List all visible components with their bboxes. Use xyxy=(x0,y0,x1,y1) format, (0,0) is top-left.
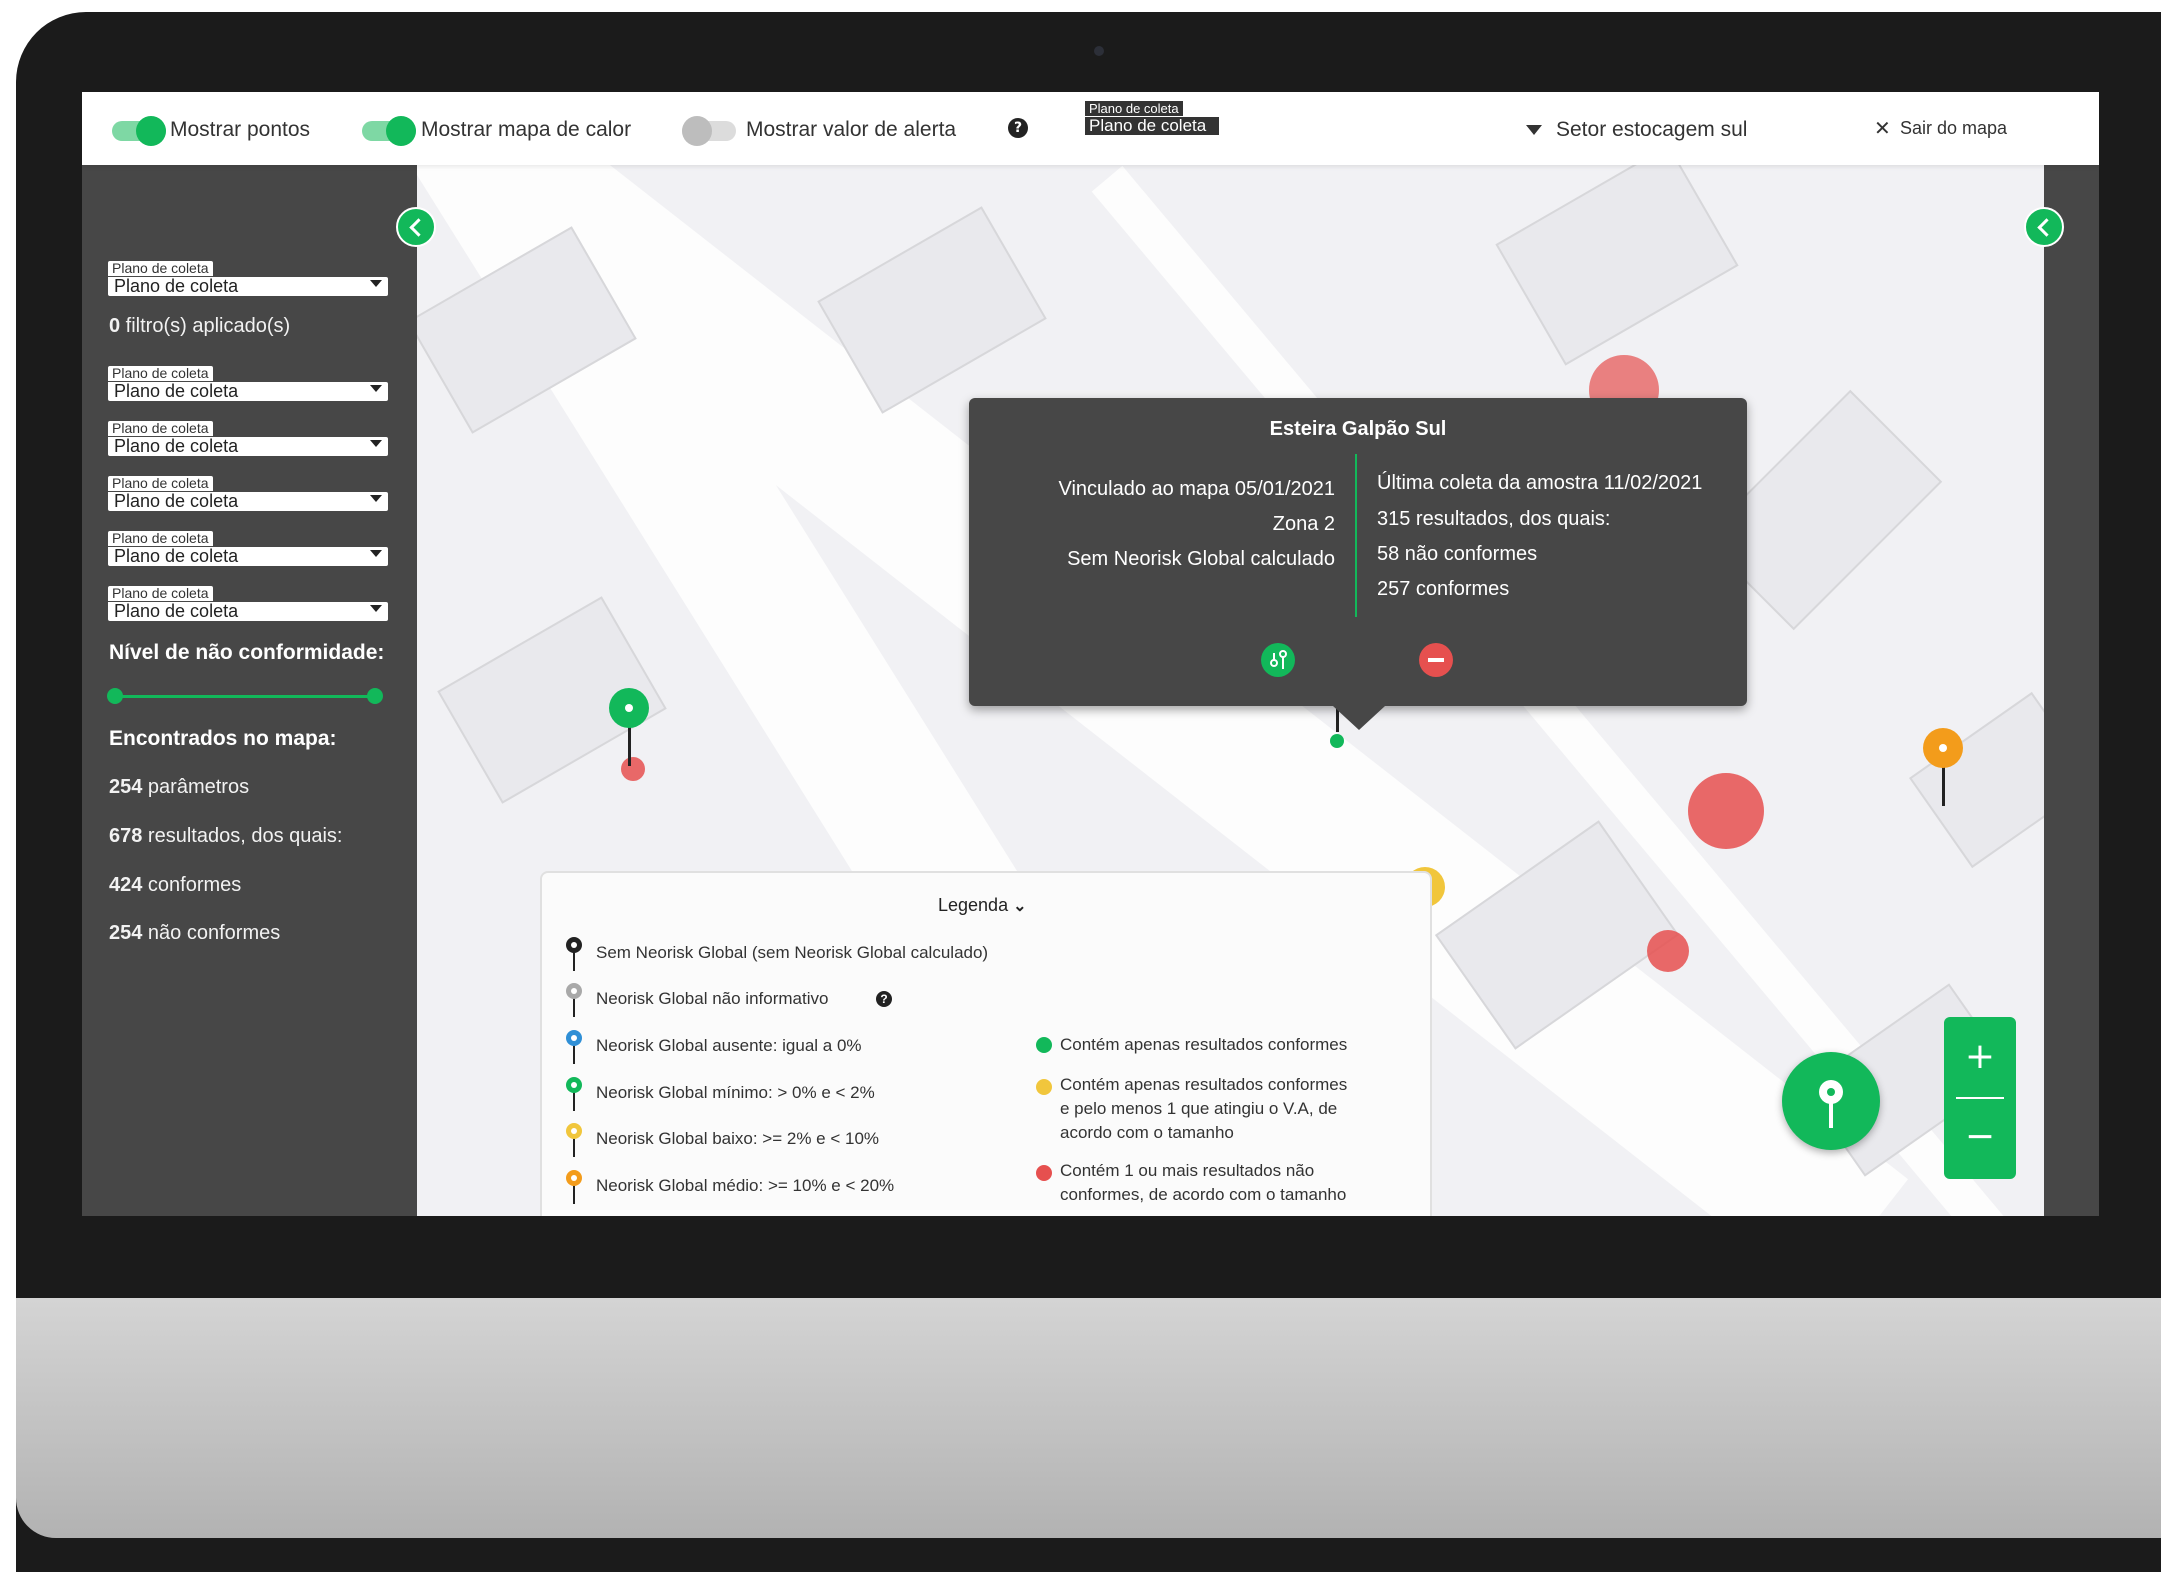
sector-dropdown[interactable]: Setor estocagem sul xyxy=(1556,118,1747,142)
filter-select-4[interactable]: Plano de coleta Plano de coleta xyxy=(108,528,388,566)
zoom-control: + − xyxy=(1944,1017,2016,1179)
camera-icon xyxy=(1094,46,1104,56)
stat-parameters: 254 parâmetros xyxy=(109,776,250,798)
collapse-right-icon[interactable] xyxy=(2024,207,2064,247)
legend-item-text: Sem Neorisk Global (sem Neorisk Global c… xyxy=(596,943,989,962)
filter-select-2[interactable]: Plano de coleta Plano de coleta xyxy=(108,418,388,456)
map-building xyxy=(1909,691,2044,869)
filter-sidebar: Plano de coleta Plano de coleta 0 filtro… xyxy=(82,165,417,1216)
toggle-show-heatmap[interactable] xyxy=(362,116,416,146)
laptop-chin xyxy=(16,1298,2161,1538)
stat-conformes: 424 conformes xyxy=(109,874,242,896)
link-sample-icon[interactable] xyxy=(1261,643,1295,677)
toggle-show-points[interactable] xyxy=(112,116,166,146)
popup-neorisk: Sem Neorisk Global calculado xyxy=(1067,548,1335,570)
zoom-in-button[interactable]: + xyxy=(1944,1039,2016,1075)
legend-item-text: Neorisk Global ausente: igual a 0% xyxy=(596,1036,862,1055)
chevron-down-icon xyxy=(370,385,382,392)
plan-select-top[interactable]: Plano de coleta Plano de coleta xyxy=(1085,98,1219,135)
popup-title: Esteira Galpão Sul xyxy=(1269,418,1447,440)
app-screen: Mostrar pontos Mostrar mapa de calor Mos… xyxy=(82,92,2099,1216)
heat-legend-dot-green xyxy=(1036,1037,1052,1053)
heat-legend-red-text: Contém 1 ou mais resultados não conforme… xyxy=(1060,1161,1347,1204)
heat-spot xyxy=(1330,734,1344,748)
legend-pin-icon xyxy=(566,937,582,973)
legend-item-text: Neorisk Global médio: >= 10% e < 20% xyxy=(596,1176,895,1195)
legend-pin-icon xyxy=(566,1123,582,1159)
heat-legend-dot-yellow xyxy=(1036,1079,1052,1095)
legend-item-text: Neorisk Global mínimo: > 0% e < 2% xyxy=(596,1083,875,1102)
chevron-down-icon xyxy=(370,550,382,557)
stat-nao-conformes: 254 não conformes xyxy=(109,922,281,944)
chevron-down-icon xyxy=(370,605,382,612)
exit-map-link[interactable]: Sair do mapa xyxy=(1900,118,2007,139)
popup-last-sample: Última coleta da amostra 11/02/2021 xyxy=(1377,472,1703,494)
legend-pin-icon xyxy=(566,983,582,1019)
heat-spot xyxy=(1688,773,1764,849)
legend-pin-icon xyxy=(566,1170,582,1206)
add-pin-button[interactable] xyxy=(1782,1052,1880,1150)
legend-item-text: Neorisk Global não informativo xyxy=(596,989,829,1008)
stat-results: 678 resultados, dos quais: xyxy=(109,825,343,847)
point-popup: Esteira Galpão Sul Vinculado ao mapa 05/… xyxy=(969,398,1747,730)
caret-down-icon xyxy=(1526,125,1542,135)
heat-legend-green-text: Contém apenas resultados conformes xyxy=(1060,1035,1348,1054)
found-on-map-title: Encontrados no mapa: xyxy=(109,727,337,750)
popup-divider xyxy=(1355,454,1357,617)
question-circle-icon[interactable]: ? xyxy=(1008,118,1028,138)
zoom-out-button[interactable]: − xyxy=(1944,1119,2016,1155)
remove-point-icon[interactable] xyxy=(1419,643,1453,677)
toggle-show-alert[interactable] xyxy=(682,116,736,146)
chevron-down-icon xyxy=(370,440,382,447)
close-icon: ✕ xyxy=(1874,116,1891,140)
zoom-divider xyxy=(1956,1097,2004,1099)
popup-conform: 257 conformes xyxy=(1377,578,1510,600)
filter-select-1[interactable]: Plano de coleta Plano de coleta xyxy=(108,363,388,401)
top-bar: Mostrar pontos Mostrar mapa de calor Mos… xyxy=(82,92,2099,165)
filter-select-5[interactable]: Plano de coleta Plano de coleta xyxy=(108,583,388,621)
nonconformity-slider-track[interactable] xyxy=(114,695,376,698)
heat-spot xyxy=(621,757,645,781)
legend-panel: Legenda ⌄ Sem Neorisk Global (sem Neoris… xyxy=(540,871,1432,1216)
collapse-left-icon[interactable] xyxy=(396,207,436,247)
heat-legend-dot-red xyxy=(1036,1165,1052,1181)
popup-nonconform: 58 não conformes xyxy=(1377,543,1538,565)
popup-results: 315 resultados, dos quais: xyxy=(1377,508,1611,530)
slider-max-handle[interactable] xyxy=(367,688,383,704)
toggle-show-alert-label: Mostrar valor de alerta xyxy=(746,118,957,141)
chevron-down-icon: ⌄ xyxy=(1013,898,1027,915)
chevron-down-icon xyxy=(370,280,382,287)
map-pin-icon xyxy=(1819,1080,1843,1128)
toggle-show-points-label: Mostrar pontos xyxy=(170,118,311,141)
nonconformity-level-title: Nível de não conformidade: xyxy=(109,641,385,664)
legend-toggle[interactable]: Legenda ⌄ xyxy=(938,895,1027,916)
chevron-down-icon xyxy=(370,495,382,502)
heat-spot xyxy=(1647,930,1689,972)
toggle-show-heatmap-label: Mostrar mapa de calor xyxy=(421,118,632,141)
popup-zone: Zona 2 xyxy=(1272,513,1335,535)
filter-select-3[interactable]: Plano de coleta Plano de coleta xyxy=(108,473,388,511)
right-panel-collapsed xyxy=(2044,165,2099,1216)
question-circle-icon[interactable]: ? xyxy=(876,991,892,1007)
legend-pin-icon xyxy=(566,1077,582,1113)
map-building xyxy=(1495,165,1739,366)
filters-applied-text: 0 filtro(s) aplicado(s) xyxy=(109,315,291,337)
legend-item-text: Neorisk Global baixo: >= 2% e < 10% xyxy=(596,1129,880,1148)
slider-min-handle[interactable] xyxy=(107,688,123,704)
popup-linked-date: Vinculado ao mapa 05/01/2021 xyxy=(1058,478,1335,500)
plan-select[interactable]: Plano de coleta Plano de coleta xyxy=(108,258,388,296)
legend-pin-icon xyxy=(566,1030,582,1066)
heat-legend-yellow-text: Contém apenas resultados conformes e pel… xyxy=(1060,1075,1348,1142)
